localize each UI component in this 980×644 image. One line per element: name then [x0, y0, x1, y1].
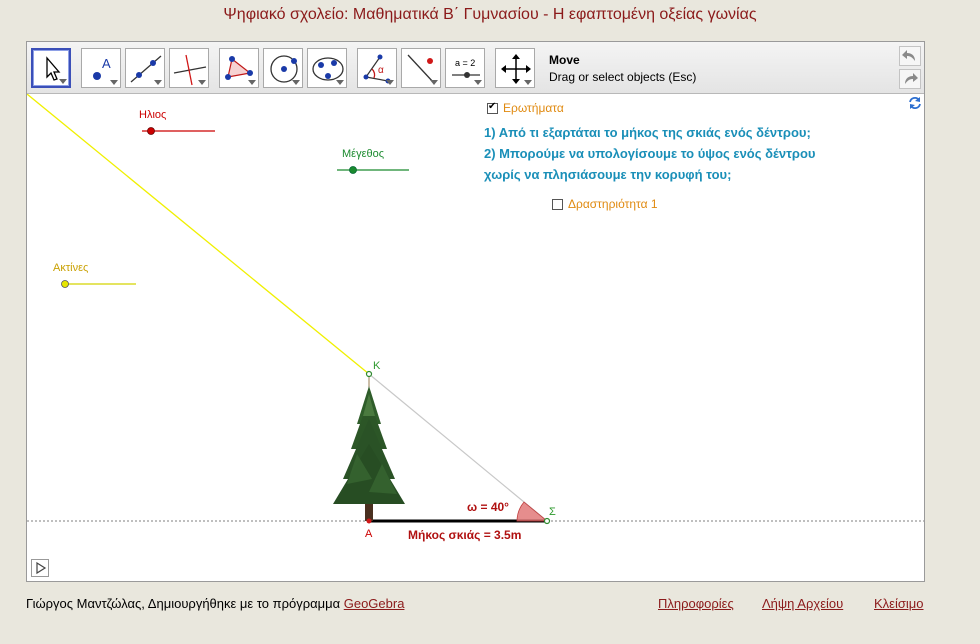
sun-slider-label: Ηλιος [139, 109, 167, 121]
activity-checkbox-label: Δραστηριότητα 1 [568, 197, 658, 211]
conic-tool[interactable] [307, 48, 347, 88]
slider-icon-text: a = 2 [455, 58, 475, 68]
refresh-icon[interactable] [908, 96, 922, 110]
polygon-tool[interactable] [219, 48, 259, 88]
close-link[interactable]: Κλείσιμο [874, 596, 924, 611]
point-k-label: K [373, 360, 381, 372]
shadow-length-label: Μήκος σκιάς = 3.5m [408, 528, 522, 542]
rays-slider-handle[interactable] [61, 280, 69, 288]
size-slider-label: Μέγεθος [342, 148, 385, 160]
svg-text:α: α [378, 65, 384, 76]
footer-credit: Γιώργος Μαντζώλας, Δημιουργήθηκε με το π… [26, 596, 404, 611]
geogebra-link[interactable]: GeoGebra [344, 596, 405, 611]
questions-checkbox-label: Ερωτήματα [503, 101, 564, 115]
sun-ray-line [27, 94, 370, 375]
move-tool[interactable] [31, 48, 71, 88]
play-icon [36, 561, 47, 575]
move-graphics-tool[interactable] [495, 48, 535, 88]
point-a[interactable] [366, 518, 372, 524]
questions-checkbox-box[interactable] [487, 101, 498, 114]
questions-checkbox[interactable]: Ερωτήματα [487, 101, 564, 115]
reflect-tool[interactable] [401, 48, 441, 88]
activity-checkbox-box[interactable] [552, 198, 563, 210]
play-button[interactable] [31, 559, 49, 577]
redo-button[interactable] [899, 69, 921, 89]
point-sigma[interactable] [543, 517, 551, 525]
download-link[interactable]: Λήψη Αρχείου [762, 596, 843, 611]
question-2: 2) Μπορούμε να υπολογίσουμε το ύψος ενός… [484, 146, 816, 161]
info-link[interactable]: Πληροφορίες [658, 596, 734, 611]
angle-omega-sector [516, 501, 549, 522]
circle-tool[interactable] [263, 48, 303, 88]
question-2-cont: χωρίς να πλησιάσουμε την κορυφή του; [484, 167, 732, 182]
geogebra-applet: A α a = 2 Move Drag or select objects (E… [26, 41, 925, 582]
sun-slider-handle[interactable] [147, 127, 155, 135]
tool-help: Move Drag or select objects (Esc) [549, 53, 696, 84]
slider-tool[interactable]: a = 2 [445, 48, 485, 88]
activity-checkbox[interactable]: Δραστηριότητα 1 [552, 197, 658, 211]
graphics-view[interactable]: Ηλιος Μέγεθος Ακτίνες Ερωτήματα 1) Από τ… [27, 94, 924, 581]
point-k[interactable] [365, 370, 373, 378]
toolbar: A α a = 2 Move Drag or select objects (E… [27, 42, 924, 94]
undo-button[interactable] [899, 46, 921, 66]
tree-icon [333, 386, 405, 521]
point-tool[interactable]: A [81, 48, 121, 88]
questions-text: 1) Από τι εξαρτάται το μήκος της σκιάς ε… [484, 122, 904, 185]
rays-slider-label: Ακτίνες [53, 262, 89, 274]
perpendicular-tool[interactable] [169, 48, 209, 88]
svg-text:A: A [102, 56, 111, 71]
line-tool[interactable] [125, 48, 165, 88]
tool-help-description: Drag or select objects (Esc) [549, 70, 697, 84]
size-slider-handle[interactable] [349, 166, 357, 174]
undo-icon [902, 50, 915, 61]
angle-label: ω = 40° [467, 500, 509, 514]
question-1: 1) Από τι εξαρτάται το μήκος της σκιάς ε… [484, 125, 811, 140]
angle-tool[interactable]: α [357, 48, 397, 88]
page-title: Ψηφιακό σχολείο: Μαθηματικά Β΄ Γυμνασίου… [223, 6, 757, 23]
footer-author-text: Γιώργος Μαντζώλας, Δημιουργήθηκε με το π… [26, 596, 344, 611]
redo-icon [905, 73, 918, 84]
point-sigma-label: Σ [549, 506, 556, 518]
tool-help-name: Move [549, 53, 580, 67]
point-a-label: A [365, 528, 373, 540]
